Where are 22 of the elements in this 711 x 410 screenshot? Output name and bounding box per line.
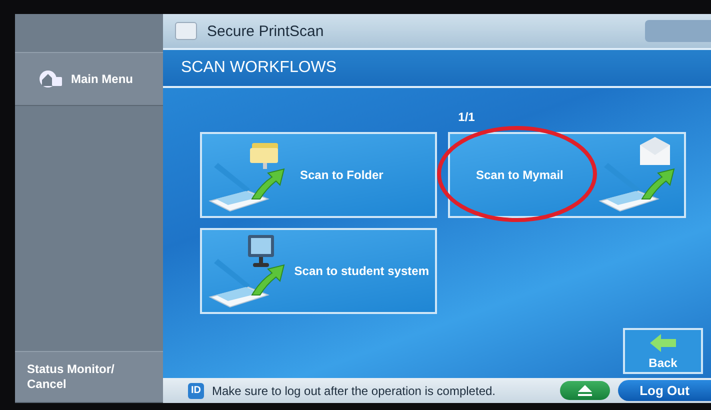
section-title: SCAN WORKFLOWS <box>181 59 337 77</box>
workflow-tile[interactable]: Scan to Folder <box>200 132 437 218</box>
app-icon <box>175 22 197 40</box>
status-message: Make sure to log out after the operation is completed. <box>212 384 496 398</box>
tile-label: Scan to Folder <box>300 168 384 182</box>
sidebar-item[interactable]: Status Monitor/ Cancel <box>15 351 163 403</box>
workflow-tile[interactable]: Scan to student system <box>200 228 437 314</box>
window-title: Secure PrintScan <box>207 22 324 40</box>
monitor-icon <box>246 233 276 269</box>
tile-label: Scan to student system <box>294 264 429 278</box>
id-badge: ID <box>188 382 204 398</box>
page-indicator: 1/1 <box>457 110 475 124</box>
left-arrow-icon <box>650 334 676 352</box>
workflow-tile[interactable]: Scan to Mymail <box>448 132 686 218</box>
logout-button[interactable]: Log Out <box>618 380 711 401</box>
home-icon <box>39 70 63 88</box>
sidebar-item[interactable]: Main Menu <box>15 52 163 106</box>
tile-label: Scan to Mymail <box>476 168 564 182</box>
back-button[interactable]: Back <box>623 328 703 374</box>
eject-button[interactable] <box>560 381 610 400</box>
envelope-icon <box>638 137 672 167</box>
eject-icon <box>578 385 592 396</box>
